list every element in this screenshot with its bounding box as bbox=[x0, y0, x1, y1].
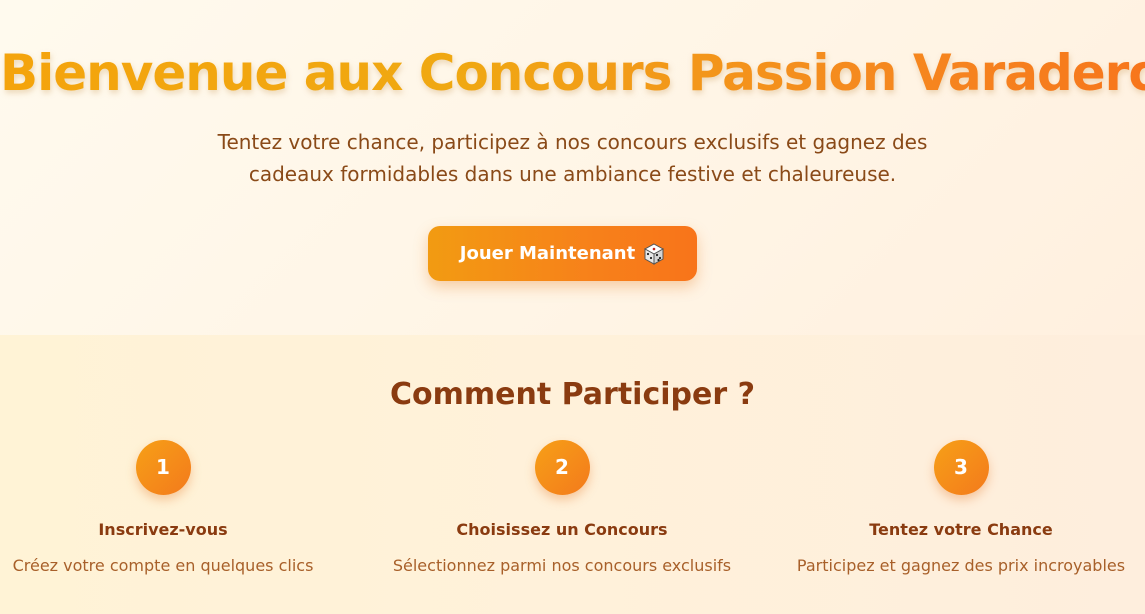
step-description: Participez et gagnez des prix incroyable… bbox=[796, 556, 1126, 575]
how-to-participate-title: Comment Participer ? bbox=[389, 377, 755, 412]
step-title: Tentez votre Chance bbox=[869, 520, 1053, 539]
hero-section: Bienvenue aux Concours Passion Varadero … bbox=[0, 0, 1145, 335]
step-title: Inscrivez-vous bbox=[98, 520, 228, 539]
hero-subtitle: Tentez votre chance, participez à nos co… bbox=[217, 130, 928, 186]
how-to-participate-section: Comment Participer ? 1 Inscrivez-vous Cr… bbox=[0, 335, 1145, 614]
step-3: 3 Tentez votre Chance Participez et gagn… bbox=[761, 440, 1145, 577]
step-title: Choisissez un Concours bbox=[456, 520, 668, 539]
dice-icon bbox=[643, 242, 665, 265]
step-description: Créez votre compte en quelques clics bbox=[12, 556, 314, 575]
step-number-badge: 3 bbox=[933, 440, 989, 495]
step-2: 2 Choisissez un Concours Sélectionnez pa… bbox=[362, 440, 762, 577]
play-now-button[interactable]: Jouer Maintenant bbox=[428, 226, 697, 281]
step-1: 1 Inscrivez-vous Créez votre compte en q… bbox=[0, 440, 363, 577]
step-number-badge: 1 bbox=[135, 440, 191, 495]
play-now-label: Jouer Maintenant bbox=[459, 243, 636, 264]
step-description: Sélectionnez parmi nos concours exclusif… bbox=[392, 556, 732, 575]
step-number-badge: 2 bbox=[534, 440, 590, 495]
hero-title: Bienvenue aux Concours Passion Varadero bbox=[0, 38, 1145, 108]
